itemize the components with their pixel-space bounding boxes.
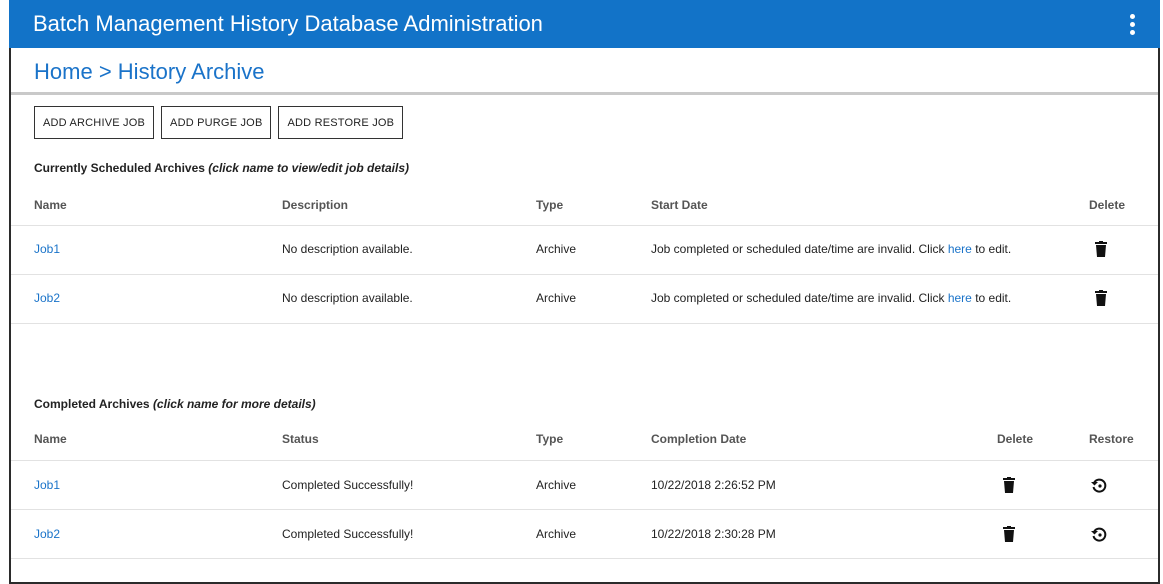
restore-icon[interactable] <box>1090 476 1108 494</box>
trash-icon[interactable] <box>1095 290 1107 306</box>
completed-job-type: Archive <box>536 527 577 541</box>
scheduled-job-name-link[interactable]: Job2 <box>34 291 60 305</box>
edit-here-link[interactable]: here <box>948 242 972 256</box>
completed-title-hint: (click name for more details) <box>152 397 316 411</box>
row-divider <box>11 225 1158 226</box>
toolbar: ADD ARCHIVE JOB ADD PURGE JOB ADD RESTOR… <box>34 106 404 139</box>
add-purge-job-button[interactable]: ADD PURGE JOB <box>161 106 272 139</box>
col-header-type: Type <box>536 198 564 212</box>
completed-job-type: Archive <box>536 478 577 492</box>
completed-job-status: Completed Successfully! <box>282 478 414 492</box>
scheduled-section-title: Currently Scheduled Archives (click name… <box>34 161 409 175</box>
row-divider <box>11 509 1158 510</box>
restore-icon[interactable] <box>1090 525 1108 543</box>
scheduled-job-type: Archive <box>536 291 577 305</box>
row-divider <box>11 274 1158 275</box>
row-divider <box>11 460 1158 461</box>
completed-job-name-link[interactable]: Job2 <box>34 527 60 541</box>
completed-job-name-link[interactable]: Job1 <box>34 478 60 492</box>
row-divider <box>11 558 1158 559</box>
add-restore-job-button[interactable]: ADD RESTORE JOB <box>278 106 404 139</box>
trash-icon[interactable] <box>1003 526 1015 542</box>
breadcrumb-home[interactable]: Home <box>34 59 93 84</box>
scheduled-job-start-date: Job completed or scheduled date/time are… <box>651 291 1011 305</box>
start-date-suffix: to edit. <box>971 242 1012 256</box>
scheduled-title-hint: (click name to view/edit job details) <box>208 161 410 175</box>
col-header-restore: Restore <box>1089 432 1134 446</box>
app-title: Batch Management History Database Admini… <box>33 11 543 36</box>
col-header-description: Description <box>282 198 349 212</box>
scheduled-title-text: Currently Scheduled Archives <box>34 161 205 175</box>
col-header-type: Type <box>536 432 564 446</box>
scheduled-job-start-date: Job completed or scheduled date/time are… <box>651 242 1011 256</box>
col-header-name: Name <box>34 198 67 212</box>
start-date-text: Job completed or scheduled date/time are… <box>651 291 948 305</box>
trash-icon[interactable] <box>1095 241 1107 257</box>
header-divider <box>11 92 1158 95</box>
completed-section-title: Completed Archives (click name for more … <box>34 397 316 411</box>
title-bar: Batch Management History Database Admini… <box>9 0 1160 48</box>
col-header-name: Name <box>34 432 67 446</box>
col-header-delete: Delete <box>997 432 1034 446</box>
completed-job-date: 10/22/2018 2:26:52 PM <box>651 478 776 492</box>
edit-here-link[interactable]: here <box>948 291 972 305</box>
col-header-start-date: Start Date <box>651 198 708 212</box>
completed-job-status: Completed Successfully! <box>282 527 414 541</box>
scheduled-job-name-link[interactable]: Job1 <box>34 242 60 256</box>
add-archive-job-button[interactable]: ADD ARCHIVE JOB <box>34 106 155 139</box>
start-date-suffix: to edit. <box>971 291 1012 305</box>
completed-title-text: Completed Archives <box>34 397 150 411</box>
start-date-text: Job completed or scheduled date/time are… <box>651 242 948 256</box>
col-header-delete: Delete <box>1089 198 1126 212</box>
scheduled-job-description: No description available. <box>282 291 413 305</box>
trash-icon[interactable] <box>1003 477 1015 493</box>
row-divider <box>11 323 1158 324</box>
breadcrumb-current: History Archive <box>117 59 265 84</box>
breadcrumb: Home > History Archive <box>34 59 265 85</box>
breadcrumb-separator: > <box>98 59 112 84</box>
completed-job-date: 10/22/2018 2:30:28 PM <box>651 527 776 541</box>
col-header-status: Status <box>282 432 319 446</box>
scheduled-job-type: Archive <box>536 242 577 256</box>
kebab-menu-icon[interactable] <box>1130 14 1136 36</box>
scheduled-job-description: No description available. <box>282 242 413 256</box>
col-header-completion-date: Completion Date <box>651 432 747 446</box>
